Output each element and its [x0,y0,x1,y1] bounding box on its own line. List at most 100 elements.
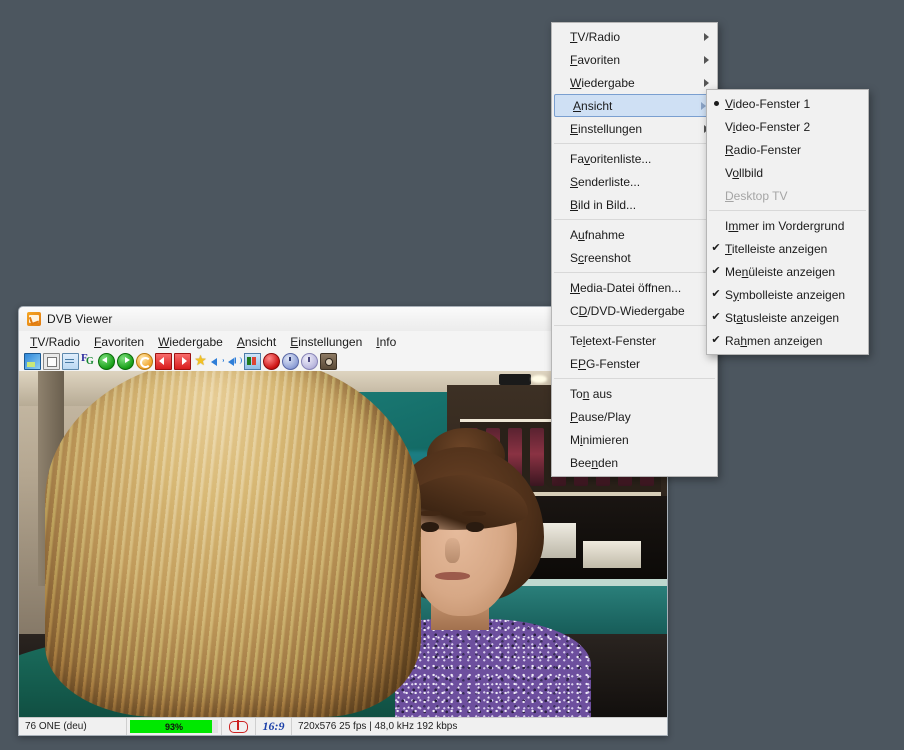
submenu-item-titelleiste-anzeigen[interactable]: ✔ Titelleiste anzeigen [707,237,868,260]
previous-channel-icon[interactable] [155,353,172,370]
menu-item-label: Aufnahme [570,227,625,242]
check-icon: ✔ [711,334,721,346]
radio-selected-icon [707,98,725,109]
menubar-item-favoriten[interactable]: Favoriten [87,333,151,351]
menu-item-label: Ansicht [573,98,613,113]
teletext-icon[interactable] [244,353,261,370]
submenu-item-menueleiste-anzeigen[interactable]: ✔ Menüleiste anzeigen [707,260,868,283]
context-menu[interactable]: TV/Radio Favoriten Wiedergabe Ansicht Ei… [551,22,718,477]
submenu-item-label: Vollbild [725,165,764,180]
favorite-star-icon[interactable]: ★ [193,353,208,369]
menu-item-teletext-fenster[interactable]: Teletext-Fenster [552,329,717,352]
menu-item-favoriten[interactable]: Favoriten [552,48,717,71]
submenu-item-label: Symbolleiste anzeigen [725,287,846,302]
menubar-item-info[interactable]: Info [369,333,403,351]
menu-item-minimieren[interactable]: Minimieren [552,428,717,451]
menu-separator [554,378,715,379]
favorites-tree-icon[interactable] [81,352,96,369]
previous-back-icon[interactable] [98,353,115,370]
submenu-item-label: Rahmen anzeigen [725,333,823,348]
menu-item-label: Bild in Bild... [570,197,637,212]
menu-item-tvradio[interactable]: TV/Radio [552,25,717,48]
submenu-item-label: Radio-Fenster [725,142,802,157]
check-icon: ✔ [711,311,721,323]
check-icon: ✔ [711,265,721,277]
submenu-item-radio-fenster[interactable]: Radio-Fenster [707,138,868,161]
submenu-item-label: Video-Fenster 2 [725,119,811,134]
menu-item-label: Ton aus [570,386,613,401]
channel-list-icon[interactable] [24,353,41,370]
submenu-item-label: Immer im Vordergrund [725,218,845,233]
menu-item-beenden[interactable]: Beenden [552,451,717,474]
next-forward-icon[interactable] [117,353,134,370]
menu-item-senderliste[interactable]: Senderliste... [552,170,717,193]
dvb-viewer-app-icon [27,312,41,326]
menu-item-label: Favoriten [570,52,621,67]
menu-separator [554,272,715,273]
submenu-item-symbolleiste-anzeigen[interactable]: ✔ Symbolleiste anzeigen [707,283,868,306]
menubar-item-tvradio[interactable]: TV/Radio [23,333,87,351]
scene-white-box-2 [582,540,642,569]
submenu-item-video-fenster-2[interactable]: Video-Fenster 2 [707,115,868,138]
submenu-item-immer-im-vordergrund[interactable]: Immer im Vordergrund [707,214,868,237]
submenu-item-video-fenster-1[interactable]: Video-Fenster 1 [707,92,868,115]
refresh-icon[interactable] [136,353,153,370]
menu-item-label: Minimieren [570,432,629,447]
submenu-item-rahmen-anzeigen[interactable]: ✔ Rahmen anzeigen [707,329,868,352]
timer-icon[interactable] [282,353,299,370]
submenu-item-label: Desktop TV [725,188,788,203]
menu-item-aufnahme[interactable]: Aufnahme [552,223,717,246]
menu-separator [554,143,715,144]
menubar-item-einstellungen[interactable]: Einstellungen [283,333,369,351]
menu-item-label: Favoritenliste... [570,151,652,166]
status-closed-caption [222,718,256,735]
menu-item-screenshot[interactable]: Screenshot [552,246,717,269]
submenu-item-label: Menüleiste anzeigen [725,264,836,279]
submenu-arrow-icon [704,78,709,87]
view-submenu[interactable]: Video-Fenster 1 Video-Fenster 2 Radio-Fe… [706,89,869,355]
submenu-item-label: Titelleiste anzeigen [725,241,828,256]
snapshot-camera-icon[interactable] [320,353,337,370]
menu-item-pause-play[interactable]: Pause/Play [552,405,717,428]
submenu-item-statusleiste-anzeigen[interactable]: ✔ Statusleiste anzeigen [707,306,868,329]
window-list-icon[interactable] [43,353,60,370]
menu-item-einstellungen[interactable]: Einstellungen [552,117,717,140]
menu-item-epg-fenster[interactable]: EPG-Fenster [552,352,717,375]
menubar-item-ansicht[interactable]: Ansicht [230,333,283,351]
scene-woman-b-eye-right [466,521,484,532]
scene-woman-b-eye-left [421,521,439,532]
menu-item-ton-aus[interactable]: Ton aus [552,382,717,405]
volume-up-icon[interactable] [227,354,242,369]
menu-item-cd-dvd-wiedergabe[interactable]: CD/DVD-Wiedergabe [552,299,717,322]
next-channel-icon[interactable] [174,353,191,370]
signal-bar: 93% [130,720,218,733]
menu-item-bild-in-bild[interactable]: Bild in Bild... [552,193,717,216]
check-icon: ✔ [711,242,721,254]
submenu-arrow-icon [704,55,709,64]
volume-down-icon[interactable] [210,354,225,369]
menu-item-label: CD/DVD-Wiedergabe [570,303,685,318]
window-title: DVB Viewer [47,312,113,326]
scene-woman-a-hair-strands [44,371,421,717]
menu-item-media-datei-oeffnen[interactable]: Media-Datei öffnen... [552,276,717,299]
epg-list-icon[interactable] [62,353,79,370]
status-stream-info: 720x576 25 fps | 48,0 kHz 192 kbps [298,721,458,732]
check-icon: ✔ [711,288,721,300]
status-channel: 76 ONE (deu) [19,718,127,735]
menu-item-label: Senderliste... [570,174,641,189]
scene-woman-b-eyebrow-left [417,510,441,517]
clock-epg-icon[interactable] [301,353,318,370]
menu-item-label: EPG-Fenster [570,356,641,371]
record-icon[interactable] [263,353,280,370]
menu-item-label: Einstellungen [570,121,643,136]
menu-item-label: Screenshot [570,250,631,265]
menu-item-favoritenliste[interactable]: Favoritenliste... [552,147,717,170]
menu-item-ansicht[interactable]: Ansicht [554,94,715,117]
status-signal-strength: 93% [127,718,222,735]
menu-item-wiedergabe[interactable]: Wiedergabe [552,71,717,94]
menubar-item-wiedergabe[interactable]: Wiedergabe [151,333,230,351]
scene-track-light [498,374,531,385]
submenu-item-vollbild[interactable]: Vollbild [707,161,868,184]
scene-track-light-glow [530,375,548,383]
menu-item-label: TV/Radio [570,29,621,44]
